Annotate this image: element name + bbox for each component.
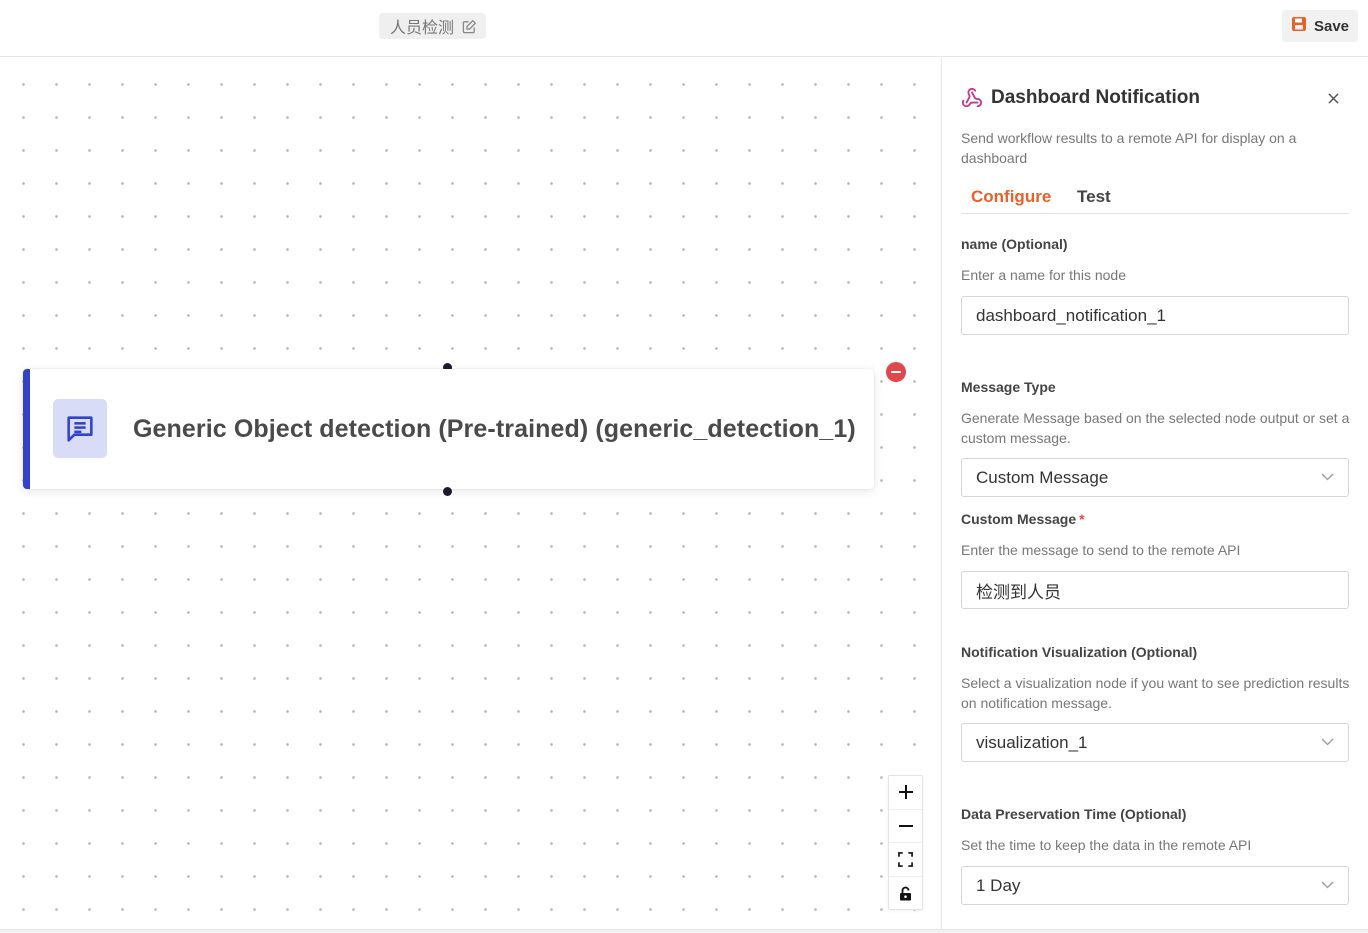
- chevron-down-icon: [1321, 738, 1334, 746]
- edit-icon[interactable]: [462, 19, 477, 34]
- node-output-handle[interactable]: [443, 487, 452, 496]
- preservation-hint: Set the time to keep the data in the rem…: [961, 837, 1252, 853]
- panel-tabs: Configure Test: [961, 182, 1349, 214]
- required-mark: *: [1079, 511, 1085, 527]
- preservation-value: 1 Day: [976, 875, 1021, 895]
- workflow-title-chip[interactable]: 人员检测: [379, 13, 487, 39]
- minus-icon: [891, 371, 901, 373]
- message-type-hint: Generate Message based on the selected n…: [961, 410, 1350, 446]
- message-type-value: Custom Message: [976, 467, 1109, 487]
- save-icon: [1291, 16, 1307, 36]
- custom-message-hint: Enter the message to send to the remote …: [961, 542, 1241, 558]
- custom-message-label: Custom Message *: [961, 511, 1085, 527]
- visualization-select[interactable]: visualization_1: [961, 723, 1349, 762]
- preservation-select[interactable]: 1 Day: [961, 866, 1349, 905]
- top-bar: 人员检测 Save: [0, 0, 1368, 57]
- zoom-out-icon: [898, 824, 913, 827]
- close-icon: [1327, 92, 1339, 104]
- message-icon: [53, 399, 107, 458]
- preservation-label: Data Preservation Time (Optional): [961, 806, 1187, 822]
- zoom-in-icon: [898, 785, 913, 800]
- name-value: dashboard_notification_1: [976, 305, 1166, 325]
- save-label: Save: [1313, 17, 1350, 35]
- panel-description: Send workflow results to a remote API fo…: [961, 130, 1297, 166]
- chevron-down-icon: [1321, 473, 1334, 481]
- panel-title: Dashboard Notification: [991, 87, 1201, 108]
- save-button[interactable]: Save: [1282, 10, 1358, 42]
- bottom-border: [0, 929, 1368, 933]
- zoom-out-button[interactable]: [889, 810, 922, 843]
- lock-icon: [900, 886, 911, 901]
- fit-view-button[interactable]: [889, 843, 922, 877]
- custom-message-input[interactable]: 检测到人员: [961, 571, 1349, 609]
- lock-button[interactable]: [889, 877, 922, 911]
- fit-view-icon: [898, 851, 913, 867]
- workflow-title: 人员检测: [390, 18, 455, 37]
- remove-node-button[interactable]: [886, 362, 906, 382]
- zoom-in-button[interactable]: [889, 776, 922, 810]
- visualization-hint: Select a visualization node if you want …: [961, 675, 1350, 711]
- workflow-node[interactable]: Generic Object detection (Pre-trained) (…: [23, 369, 874, 489]
- close-panel-button[interactable]: [1323, 88, 1343, 108]
- custom-message-value: 检测到人员: [976, 582, 1061, 603]
- tab-test[interactable]: Test: [1077, 187, 1111, 207]
- name-input[interactable]: dashboard_notification_1: [961, 296, 1349, 335]
- message-type-label: Message Type: [961, 379, 1056, 395]
- visualization-label: Notification Visualization (Optional): [961, 644, 1198, 660]
- node-label: Generic Object detection (Pre-trained) (…: [133, 414, 856, 443]
- workflow-canvas[interactable]: Generic Object detection (Pre-trained) (…: [0, 58, 941, 929]
- tab-configure[interactable]: Configure: [971, 187, 1051, 207]
- name-hint: Enter a name for this node: [961, 267, 1126, 283]
- chevron-down-icon: [1321, 881, 1334, 889]
- zoom-controls: [888, 775, 923, 910]
- name-label: name (Optional): [961, 236, 1068, 252]
- webhook-icon: [961, 87, 983, 114]
- message-type-select[interactable]: Custom Message: [961, 458, 1349, 497]
- visualization-value: visualization_1: [976, 732, 1088, 752]
